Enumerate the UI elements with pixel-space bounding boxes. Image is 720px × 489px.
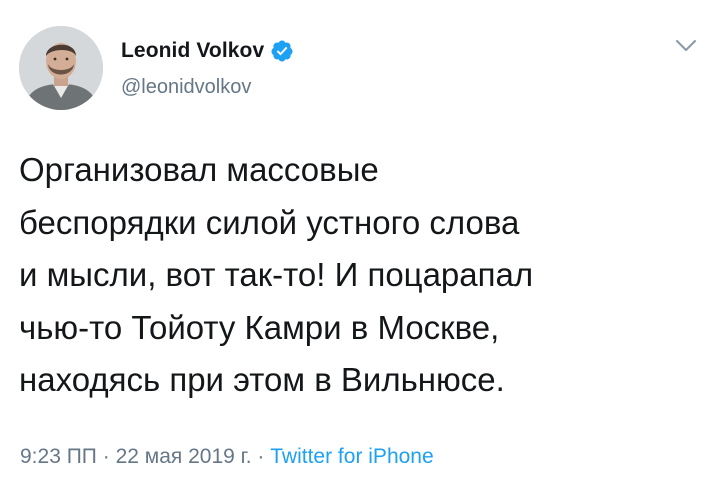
tweet-time[interactable]: 9:23 ПП: [20, 445, 97, 468]
profile-photo-icon: [19, 26, 103, 110]
meta-separator: ·: [251, 445, 271, 468]
tweet-text-line: и мысли, вот так-то! И поцарапал: [19, 256, 534, 294]
tweet-text-line: Организовал массовые: [19, 151, 379, 188]
author-name-row[interactable]: Leonid Volkov: [121, 36, 294, 66]
tweet-date[interactable]: 22 мая 2019 г.: [116, 445, 252, 468]
tweet-text-line: беспорядки силой устного слова: [19, 203, 520, 241]
verified-badge-icon: [271, 40, 293, 62]
author-display-name[interactable]: Leonid Volkov: [121, 39, 264, 63]
tweet-text-line: чью-то Тойоту Камри в Москве,: [19, 308, 500, 346]
tweet-card: Leonid Volkov @leonidvolkov Организовал …: [0, 0, 720, 489]
tweet-text: Организовал массовые беспорядки силой ус…: [19, 144, 709, 407]
author-handle[interactable]: @leonidvolkov: [121, 76, 251, 99]
meta-separator: ·: [96, 445, 116, 468]
tweet-source-link[interactable]: Twitter for iPhone: [270, 445, 433, 468]
avatar[interactable]: [19, 26, 103, 110]
tweet-meta: 9:23 ПП · 22 мая 2019 г. · Twitter for i…: [20, 445, 434, 469]
tweet-text-line: находясь при этом в Вильнюсе.: [19, 361, 505, 399]
chevron-down-icon[interactable]: [675, 38, 697, 54]
